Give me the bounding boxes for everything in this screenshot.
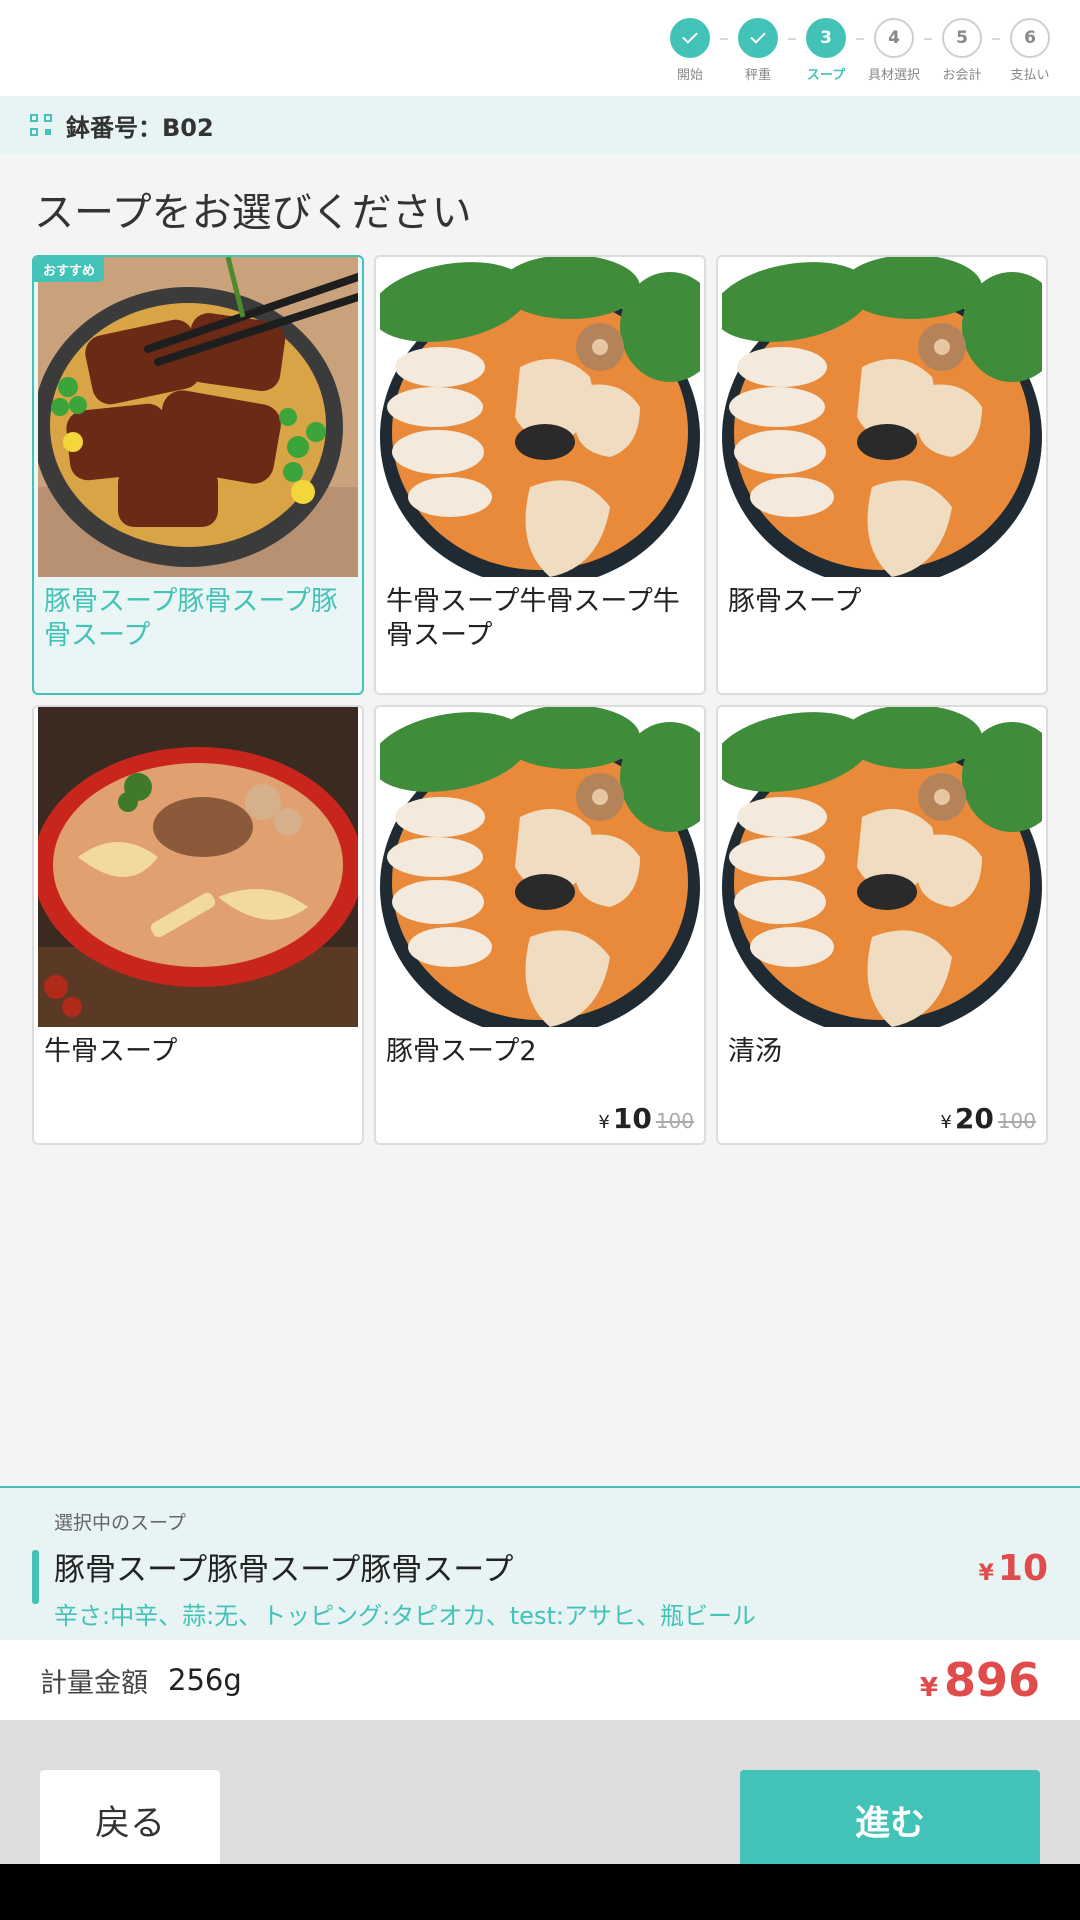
step-circle xyxy=(670,18,710,58)
step-ingredients: 4 具材選択 xyxy=(864,18,924,83)
yen-symbol: ¥ xyxy=(978,1561,994,1586)
soup-card[interactable]: おすすめ 豚骨スープ豚骨スープ豚骨スープ xyxy=(32,255,364,695)
progress-stepper: 開始 秤重 3 スープ 4 具材選択 5 お会計 6 支払い xyxy=(660,18,1060,83)
soup-image-hotpot xyxy=(380,707,700,1027)
soup-price: ¥ 10 100 xyxy=(598,1102,694,1135)
yen-symbol: ¥ xyxy=(940,1112,952,1133)
soup-image-eel-rice-bowl xyxy=(38,257,358,577)
current-price: 10 xyxy=(612,1102,652,1135)
step-connector xyxy=(924,38,932,40)
back-button[interactable]: 戻る xyxy=(40,1770,220,1870)
recommended-badge: おすすめ xyxy=(34,257,105,282)
bowl-number: 鉢番号：B02 xyxy=(66,113,214,142)
soup-card[interactable]: 豚骨スープ xyxy=(716,255,1048,695)
yen-symbol: ¥ xyxy=(598,1112,610,1133)
soup-card[interactable]: 牛骨スープ牛骨スープ牛骨スープ xyxy=(374,255,706,695)
qr-code-icon xyxy=(30,114,52,136)
yen-symbol: ¥ xyxy=(919,1673,938,1703)
selected-soup-panel: 選択中のスープ 豚骨スープ豚骨スープ豚骨スープ ¥ 10 辛さ:中辛、蒜:无、ト… xyxy=(0,1486,1080,1640)
step-connector xyxy=(720,38,728,40)
step-label: スープ xyxy=(806,68,846,83)
bowl-number-bar: 鉢番号：B02 xyxy=(0,96,1080,154)
selected-soup-name: 豚骨スープ豚骨スープ豚骨スープ xyxy=(54,1552,514,1588)
soup-name: 牛骨スープ xyxy=(44,1036,178,1067)
step-circle: 3 xyxy=(806,18,846,58)
step-connector xyxy=(856,38,864,40)
selected-soup-price: ¥ 10 xyxy=(979,1548,1048,1589)
step-label: 支払い xyxy=(1010,68,1050,83)
step-circle: 6 xyxy=(1010,18,1050,58)
soup-card[interactable]: 清汤 ¥ 20 100 xyxy=(716,705,1048,1145)
step-circle xyxy=(738,18,778,58)
action-bar: 戻る 進む xyxy=(0,1720,1080,1870)
price-value: 10 xyxy=(997,1548,1048,1589)
weight-summary: 計量金額 256g ¥ 896 xyxy=(0,1640,1080,1720)
soup-image-hotpot xyxy=(722,257,1042,577)
page-title: スープをお選びください xyxy=(34,190,472,236)
soup-grid: おすすめ 豚骨スープ豚骨スープ豚骨スープ 牛骨スープ牛骨スープ牛骨スープ 豚骨ス… xyxy=(32,255,1048,1145)
step-label: お会計 xyxy=(942,68,982,83)
step-label: 開始 xyxy=(676,68,703,83)
step-connector xyxy=(788,38,796,40)
current-price: 20 xyxy=(954,1102,994,1135)
system-nav-bar xyxy=(0,1864,1080,1920)
check-icon xyxy=(750,28,766,44)
soup-image-hotpot xyxy=(722,707,1042,1027)
step-label: 秤重 xyxy=(744,68,771,83)
accent-bar xyxy=(32,1550,39,1604)
soup-name: 豚骨スープ xyxy=(728,586,862,617)
next-button[interactable]: 進む xyxy=(740,1770,1040,1870)
step-checkout: 5 お会計 xyxy=(932,18,992,83)
check-icon xyxy=(682,28,698,44)
soup-name: 清汤 xyxy=(728,1036,782,1067)
soup-image-hotpot xyxy=(380,257,700,577)
step-circle: 4 xyxy=(874,18,914,58)
total-value: 896 xyxy=(943,1653,1040,1707)
step-soup: 3 スープ xyxy=(796,18,856,83)
soup-name: 豚骨スープ2 xyxy=(386,1036,537,1067)
header: 開始 秤重 3 スープ 4 具材選択 5 お会計 6 支払い xyxy=(0,0,1080,96)
weight-value: 256g xyxy=(168,1663,242,1697)
selected-caption: 選択中のスープ xyxy=(54,1512,186,1534)
step-weigh: 秤重 xyxy=(728,18,788,83)
soup-name: 豚骨スープ豚骨スープ豚骨スープ xyxy=(44,586,338,651)
total-amount: ¥ 896 xyxy=(920,1653,1040,1707)
original-price: 100 xyxy=(655,1109,694,1133)
step-label: 具材選択 xyxy=(867,68,920,83)
soup-name: 牛骨スープ牛骨スープ牛骨スープ xyxy=(386,586,680,651)
soup-image-spicy-noodle-soup xyxy=(38,707,358,1027)
step-connector xyxy=(992,38,1000,40)
soup-price: ¥ 20 100 xyxy=(940,1102,1036,1135)
step-payment: 6 支払い xyxy=(1000,18,1060,83)
weight-label: 計量金額 xyxy=(40,1667,148,1699)
step-circle: 5 xyxy=(942,18,982,58)
soup-card[interactable]: 牛骨スープ xyxy=(32,705,364,1145)
selected-options: 辛さ:中辛、蒜:无、トッピング:タピオカ、test:アサヒ、瓶ビール xyxy=(54,1602,756,1630)
soup-card[interactable]: 豚骨スープ2 ¥ 10 100 xyxy=(374,705,706,1145)
original-price: 100 xyxy=(997,1109,1036,1133)
step-start: 開始 xyxy=(660,18,720,83)
